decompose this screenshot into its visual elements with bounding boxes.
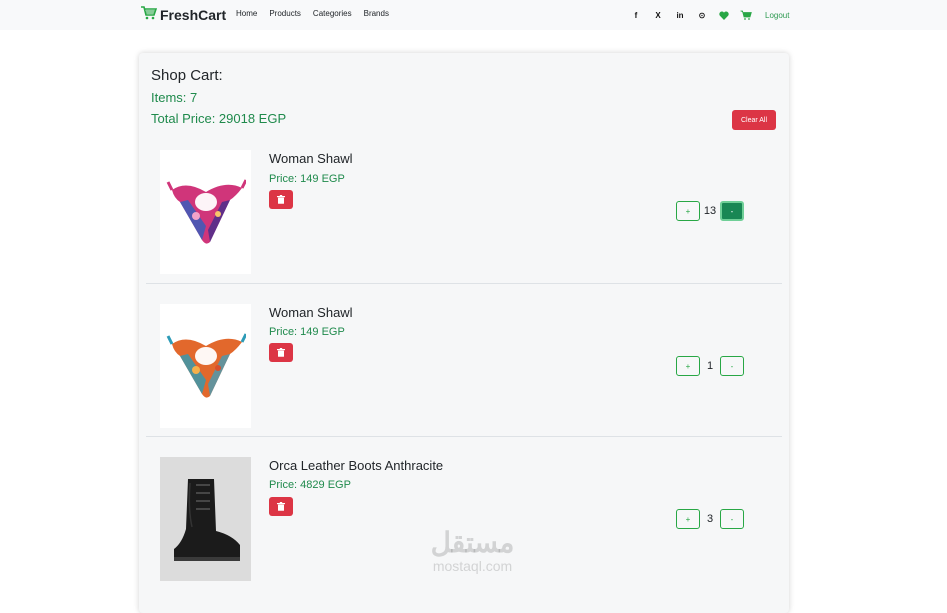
watermark-latin: mostaql.com xyxy=(432,558,513,574)
increase-quantity-button[interactable]: + xyxy=(676,201,700,221)
watermark-arabic: مستقل xyxy=(430,527,515,558)
scarf-image[interactable] xyxy=(160,150,251,274)
scarf-image[interactable] xyxy=(160,304,251,428)
brand-name: FreshCart xyxy=(160,7,227,23)
item-price: Price: 4829 EGP xyxy=(269,479,351,491)
nav-link-home[interactable]: Home xyxy=(236,9,257,18)
remove-item-button[interactable] xyxy=(269,497,293,516)
item-price: Price: 149 EGP xyxy=(269,326,345,338)
x-twitter-icon[interactable]: X xyxy=(647,11,669,20)
nav-links: Home Products Categories Brands xyxy=(236,9,401,18)
quantity-value: 3 xyxy=(706,513,714,525)
increase-quantity-button[interactable]: + xyxy=(676,509,700,529)
navbar: FreshCart Home Products Categories Brand… xyxy=(0,0,947,30)
items-count: Items: 7 xyxy=(151,90,198,105)
decrease-quantity-button[interactable]: - xyxy=(720,509,744,529)
nav-link-categories[interactable]: Categories xyxy=(313,9,352,18)
item-name: Woman Shawl xyxy=(269,305,353,320)
clear-all-button[interactable]: Clear All xyxy=(732,110,776,130)
cart-icon[interactable] xyxy=(735,10,757,20)
trash-icon xyxy=(277,191,285,209)
cart-item: Woman Shawl Price: 149 EGP + 13 - xyxy=(146,137,782,284)
trash-icon xyxy=(277,498,285,516)
item-name: Woman Shawl xyxy=(269,151,353,166)
nav-right: f X in ⊙ Logout xyxy=(625,7,789,23)
facebook-icon[interactable]: f xyxy=(625,11,647,20)
total-price: Total Price: 29018 EGP xyxy=(151,111,287,126)
item-name: Orca Leather Boots Anthracite xyxy=(269,458,444,473)
boot-image[interactable] xyxy=(160,457,251,581)
quantity-stepper: + 3 - xyxy=(676,509,744,529)
cart-logo-icon xyxy=(140,5,158,25)
cart-title: Shop Cart: xyxy=(151,67,223,84)
wishlist-heart-icon[interactable] xyxy=(713,11,735,20)
decrease-quantity-button[interactable]: - xyxy=(720,201,744,221)
watermark: مستقل mostaql.com xyxy=(410,527,535,575)
decrease-quantity-button[interactable]: - xyxy=(720,356,744,376)
remove-item-button[interactable] xyxy=(269,343,293,362)
github-icon[interactable]: ⊙ xyxy=(691,11,713,20)
increase-quantity-button[interactable]: + xyxy=(676,356,700,376)
item-price: Price: 149 EGP xyxy=(269,173,345,185)
linkedin-icon[interactable]: in xyxy=(669,11,691,20)
nav-link-products[interactable]: Products xyxy=(269,9,301,18)
quantity-stepper: + 13 - xyxy=(676,201,744,221)
quantity-value: 1 xyxy=(706,360,714,372)
trash-icon xyxy=(277,344,285,362)
brand-logo[interactable]: FreshCart xyxy=(140,6,226,24)
remove-item-button[interactable] xyxy=(269,190,293,209)
nav-link-brands[interactable]: Brands xyxy=(364,9,389,18)
cart-item: Woman Shawl Price: 149 EGP + 1 - xyxy=(146,284,782,437)
logout-link[interactable]: Logout xyxy=(765,11,789,20)
quantity-stepper: + 1 - xyxy=(676,356,744,376)
quantity-value: 13 xyxy=(703,205,717,217)
